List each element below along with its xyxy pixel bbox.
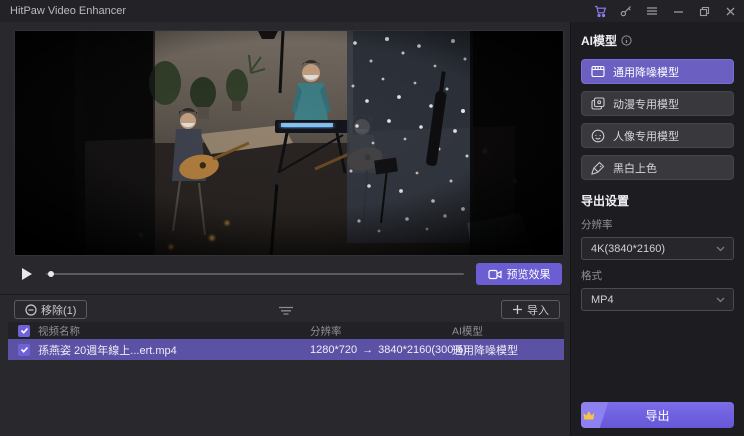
check-icon <box>20 326 29 335</box>
close-button[interactable] <box>720 2 740 20</box>
format-select[interactable]: MP4 <box>581 288 734 311</box>
left-panel: 预览效果 移除(1) 导入 视频名称 分辨率 AI模型 <box>0 22 570 436</box>
key-icon <box>620 5 632 17</box>
table-row[interactable]: 孫燕姿 20週年線上...ert.mp4 1280*720→3840*2160(… <box>8 339 564 360</box>
minimize-icon <box>673 6 684 17</box>
table-header: 视频名称 分辨率 AI模型 <box>8 322 564 339</box>
row-checkbox[interactable] <box>18 344 30 356</box>
model-button-colorize[interactable]: 黑白上色 <box>581 155 734 180</box>
check-icon <box>20 345 29 354</box>
export-button[interactable]: 导出 <box>581 402 734 428</box>
video-preview <box>14 30 564 256</box>
format-label: 格式 <box>581 268 734 283</box>
row-resolution: 1280*720→3840*2160(300%) <box>310 344 467 356</box>
menu-icon <box>646 5 658 17</box>
crown-icon <box>582 410 596 421</box>
menu-button[interactable] <box>642 2 662 20</box>
colorize-icon <box>591 161 605 175</box>
column-video-name: 视频名称 <box>38 323 80 338</box>
model-button-general-denoise[interactable]: 通用降噪模型 <box>581 59 734 84</box>
preview-effect-button[interactable]: 预览效果 <box>476 263 562 285</box>
minimize-button[interactable] <box>668 2 688 20</box>
play-icon <box>21 267 33 281</box>
film-icon <box>591 65 605 78</box>
model-label: 人像专用模型 <box>613 128 679 144</box>
cart-button[interactable] <box>590 2 610 20</box>
maximize-icon <box>699 6 710 17</box>
anime-icon <box>591 97 605 110</box>
model-label: 黑白上色 <box>613 160 657 176</box>
cart-icon <box>594 5 607 18</box>
seek-track <box>46 273 464 275</box>
remove-label: 移除(1) <box>41 302 76 318</box>
playback-controls: 预览效果 <box>14 258 564 290</box>
export-label: 导出 <box>645 407 669 424</box>
seek-handle[interactable] <box>48 271 54 277</box>
model-label: 通用降噪模型 <box>613 64 679 80</box>
collapse-handle-icon <box>278 306 294 316</box>
row-ai-model: 通用降噪模型 <box>452 342 518 358</box>
import-label: 导入 <box>527 302 549 318</box>
remove-button[interactable]: 移除(1) <box>14 300 87 319</box>
info-icon[interactable] <box>621 35 632 46</box>
sidebar: AI模型 通用降噪模型 动漫专用模型 人像专用模型 黑白上色 导出设置 分辨率 … <box>570 22 744 436</box>
column-resolution: 分辨率 <box>310 323 342 338</box>
activation-button[interactable] <box>616 2 636 20</box>
model-button-portrait[interactable]: 人像专用模型 <box>581 123 734 148</box>
import-button[interactable]: 导入 <box>501 300 560 319</box>
app-title: HitPaw Video Enhancer <box>10 5 126 17</box>
seek-slider[interactable] <box>46 263 464 285</box>
file-toolbar: 移除(1) 导入 <box>8 299 564 321</box>
resolution-label: 分辨率 <box>581 217 734 232</box>
resolution-from: 1280*720 <box>310 344 357 356</box>
resolution-value: 4K(3840*2160) <box>591 243 665 255</box>
resolution-select[interactable]: 4K(3840*2160) <box>581 237 734 260</box>
divider <box>0 294 570 295</box>
export-settings-title: 导出设置 <box>581 192 734 209</box>
arrow-icon: → <box>362 344 373 356</box>
camera-icon <box>488 269 502 280</box>
model-button-anime[interactable]: 动漫专用模型 <box>581 91 734 116</box>
chevron-down-icon <box>716 246 725 252</box>
format-value: MP4 <box>591 294 614 306</box>
plus-icon <box>512 304 523 315</box>
chevron-down-icon <box>716 297 725 303</box>
premium-badge <box>581 402 608 428</box>
panel-collapse-handle[interactable] <box>278 303 294 321</box>
close-icon <box>725 6 736 17</box>
preview-effect-label: 预览效果 <box>507 266 551 282</box>
row-filename: 孫燕姿 20週年線上...ert.mp4 <box>38 342 177 358</box>
remove-icon <box>25 304 37 316</box>
video-scene <box>15 31 564 256</box>
column-ai-model: AI模型 <box>452 323 483 338</box>
model-label: 动漫专用模型 <box>613 96 679 112</box>
titlebar: HitPaw Video Enhancer <box>0 0 744 22</box>
ai-model-title: AI模型 <box>581 32 617 49</box>
play-button[interactable] <box>16 263 38 285</box>
select-all-checkbox[interactable] <box>18 325 30 337</box>
app-window: HitPaw Video Enhancer <box>0 0 744 436</box>
maximize-button[interactable] <box>694 2 714 20</box>
portrait-icon <box>591 129 605 143</box>
